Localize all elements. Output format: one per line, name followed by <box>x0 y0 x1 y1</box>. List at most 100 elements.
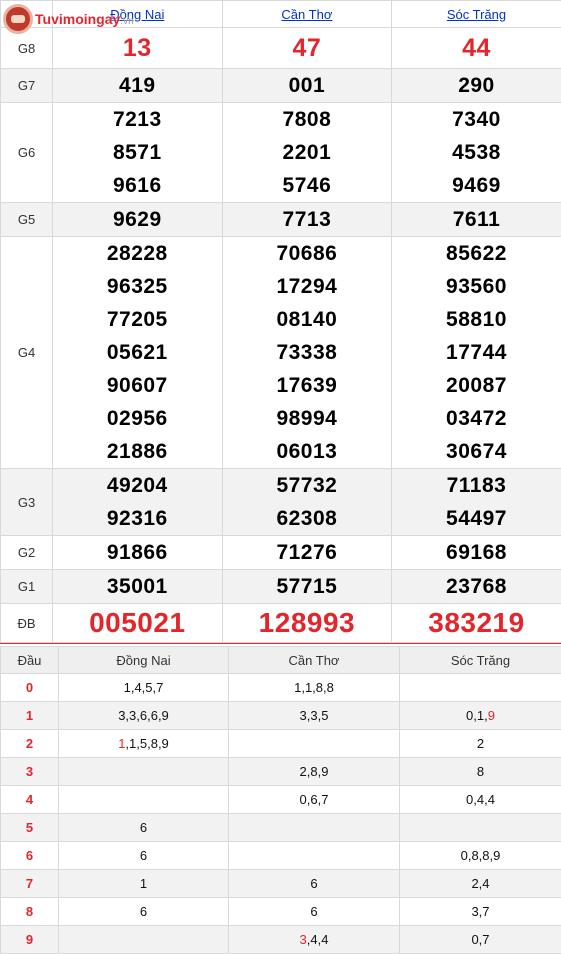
prize-cell: 419 <box>53 69 223 103</box>
logo-suffix: .vn <box>120 16 133 27</box>
prize-label: G2 <box>1 536 53 570</box>
loto-head-digit: 8 <box>1 898 59 926</box>
loto-row: 13,3,6,6,93,3,50,1,9 <box>1 702 561 730</box>
prize-label: G1 <box>1 570 53 604</box>
loto-tails: 3,3,5 <box>229 702 400 730</box>
prize-number: 03472 <box>392 402 561 435</box>
prize-number: 5746 <box>223 169 392 202</box>
prize-cell: 57715 <box>222 570 392 604</box>
prize-cell: 5773262308 <box>222 469 392 536</box>
prize-number: 28228 <box>53 237 222 270</box>
prize-number: 30674 <box>392 435 561 468</box>
prize-number: 47 <box>223 28 392 68</box>
prize-cell: 001 <box>222 69 392 103</box>
prize-row: G428228963257720505621906070295621886706… <box>1 237 561 469</box>
prize-number: 7611 <box>392 203 561 236</box>
prize-row: G6721385719616780822015746734045389469 <box>1 103 561 203</box>
prize-number: 8571 <box>53 136 222 169</box>
prize-number: 91866 <box>53 536 222 569</box>
loto-tails: 1 <box>59 870 229 898</box>
prize-cell: 780822015746 <box>222 103 392 203</box>
prize-cell: 69168 <box>392 536 561 570</box>
loto-tails: 0,6,7 <box>229 786 400 814</box>
loto-row: 660,8,8,9 <box>1 842 561 870</box>
prize-number: 49204 <box>53 469 222 502</box>
loto-province-1: Đồng Nai <box>59 647 229 674</box>
prize-number: 69168 <box>392 536 561 569</box>
loto-head-digit: 2 <box>1 730 59 758</box>
loto-tails <box>400 674 561 702</box>
loto-tails: 0,4,4 <box>400 786 561 814</box>
loto-row: 7162,4 <box>1 870 561 898</box>
prize-number: 128993 <box>223 604 392 642</box>
loto-tails <box>229 814 400 842</box>
province-link-soc-trang[interactable]: Sóc Trăng <box>447 7 506 22</box>
prize-number: 93560 <box>392 270 561 303</box>
loto-head-digit: 3 <box>1 758 59 786</box>
prize-number: 57732 <box>223 469 392 502</box>
loto-tails: 3,7 <box>400 898 561 926</box>
results-table: Đồng Nai Cần Thơ Sóc Trăng G8134744G7419… <box>0 0 561 643</box>
prize-number: 06013 <box>223 435 392 468</box>
prize-cell: 4920492316 <box>53 469 223 536</box>
prize-cell: 128993 <box>222 604 392 643</box>
loto-tails <box>59 926 229 954</box>
loto-tails: 6 <box>59 814 229 842</box>
prize-number: 05621 <box>53 336 222 369</box>
loto-province-3: Sóc Trăng <box>400 647 561 674</box>
loto-table: Đầu Đồng Nai Cần Thơ Sóc Trăng 01,4,5,71… <box>0 646 561 954</box>
prize-number: 77205 <box>53 303 222 336</box>
prize-number: 92316 <box>53 502 222 535</box>
site-logo[interactable]: Tuvimoingay.vn <box>0 0 150 38</box>
prize-number: 96325 <box>53 270 222 303</box>
prize-number: 2201 <box>223 136 392 169</box>
prize-number: 9616 <box>53 169 222 202</box>
prize-label: G4 <box>1 237 53 469</box>
loto-row: 93,4,40,7 <box>1 926 561 954</box>
province-header-3: Sóc Trăng <box>392 1 561 28</box>
prize-number: 54497 <box>392 502 561 535</box>
loto-province-2: Cần Thơ <box>229 647 400 674</box>
prize-number: 7213 <box>53 103 222 136</box>
prize-cell: 005021 <box>53 604 223 643</box>
prize-row: G3492049231657732623087118354497 <box>1 469 561 536</box>
loto-tails: 6 <box>59 898 229 926</box>
logo-text: Tuvimoingay <box>35 11 120 27</box>
prize-number: 4538 <box>392 136 561 169</box>
prize-number: 98994 <box>223 402 392 435</box>
results-body: G8134744G7419001290G67213857196167808220… <box>1 28 561 643</box>
prize-cell: 44 <box>392 28 561 69</box>
province-link-can-tho[interactable]: Cần Thơ <box>281 7 332 22</box>
loto-row: 56 <box>1 814 561 842</box>
loto-head-digit: 5 <box>1 814 59 842</box>
prize-label: G3 <box>1 469 53 536</box>
prize-cell: 28228963257720505621906070295621886 <box>53 237 223 469</box>
prize-number: 23768 <box>392 570 561 603</box>
prize-number: 58810 <box>392 303 561 336</box>
prize-row: G1350015771523768 <box>1 570 561 604</box>
prize-number: 62308 <box>223 502 392 535</box>
loto-tails: 1,4,5,7 <box>59 674 229 702</box>
prize-row: ĐB005021128993383219 <box>1 604 561 643</box>
prize-number: 57715 <box>223 570 392 603</box>
loto-tails <box>59 758 229 786</box>
loto-tails: 1,1,8,8 <box>229 674 400 702</box>
prize-number: 7340 <box>392 103 561 136</box>
prize-number: 005021 <box>53 604 222 642</box>
prize-cell: 734045389469 <box>392 103 561 203</box>
loto-tails: 6 <box>59 842 229 870</box>
prize-number: 9629 <box>53 203 222 236</box>
prize-number: 71183 <box>392 469 561 502</box>
prize-cell: 70686172940814073338176399899406013 <box>222 237 392 469</box>
prize-cell: 9629 <box>53 203 223 237</box>
loto-tails: 6 <box>229 870 400 898</box>
prize-cell: 383219 <box>392 604 561 643</box>
loto-row: 8663,7 <box>1 898 561 926</box>
prize-number: 20087 <box>392 369 561 402</box>
loto-tails: 3,4,4 <box>229 926 400 954</box>
prize-number: 71276 <box>223 536 392 569</box>
prize-number: 17294 <box>223 270 392 303</box>
province-header-2: Cần Thơ <box>222 1 392 28</box>
loto-tails: 0,7 <box>400 926 561 954</box>
prize-number: 17639 <box>223 369 392 402</box>
